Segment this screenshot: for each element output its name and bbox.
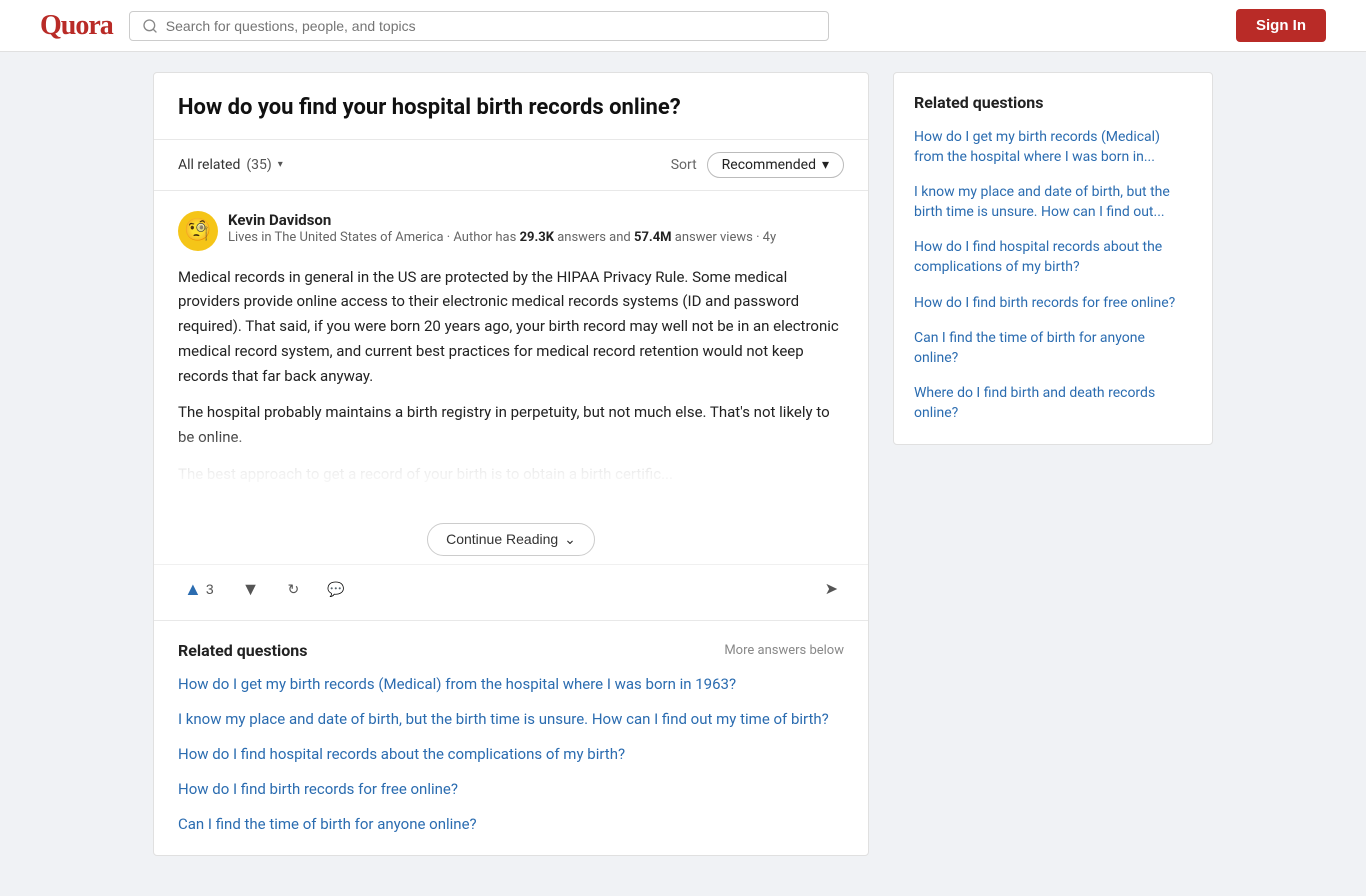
sort-value: Recommended — [722, 157, 816, 173]
related-link[interactable]: How do I find hospital records about the… — [178, 744, 844, 765]
continue-reading-label: Continue Reading — [446, 531, 558, 547]
upvote-count: 3 — [206, 581, 214, 597]
sidebar-link[interactable]: Where do I find birth and death records … — [914, 384, 1192, 423]
sidebar-card: Related questions How do I get my birth … — [893, 72, 1213, 445]
views-count: 57.4M — [634, 230, 672, 245]
main-panel: How do you find your hospital birth reco… — [153, 72, 869, 856]
signin-button[interactable]: Sign In — [1236, 9, 1326, 42]
question-title: How do you find your hospital birth reco… — [178, 93, 844, 123]
related-link[interactable]: I know my place and date of birth, but t… — [178, 709, 844, 730]
answers-label: answers and — [554, 230, 634, 245]
answer-text: Medical records in general in the US are… — [178, 265, 844, 487]
sort-label: Sort — [671, 157, 697, 173]
answer-area: 🧐 Kevin Davidson Lives in The United Sta… — [154, 191, 868, 507]
answer-paragraph-2: The hospital probably maintains a birth … — [178, 400, 844, 450]
sidebar: Related questions How do I get my birth … — [893, 72, 1213, 445]
sort-area: Sort Recommended ▾ — [671, 152, 844, 178]
downvote-icon: ▼ — [242, 579, 260, 600]
avatar-emoji: 🧐 — [184, 220, 211, 242]
quora-logo: Quora — [40, 10, 113, 42]
action-bar: ▲ 3 ▼ ↻ 💬 ➤ — [154, 564, 868, 620]
answer-paragraph-3-faded: The best approach to get a record of you… — [178, 462, 844, 487]
author-row: 🧐 Kevin Davidson Lives in The United Sta… — [178, 211, 844, 251]
share-button[interactable]: ➤ — [819, 575, 844, 603]
question-title-area: How do you find your hospital birth reco… — [154, 73, 868, 140]
sidebar-link[interactable]: How do I find hospital records about the… — [914, 238, 1192, 277]
question-card: How do you find your hospital birth reco… — [153, 72, 869, 856]
related-links-list: How do I get my birth records (Medical) … — [178, 674, 844, 835]
answer-paragraph-1: Medical records in general in the US are… — [178, 265, 844, 389]
comment-icon: 💬 — [327, 581, 344, 598]
filter-chevron-icon: ▾ — [278, 159, 283, 170]
search-icon — [142, 18, 158, 34]
upvote-button[interactable]: ▲ 3 — [178, 575, 220, 604]
continue-reading-button[interactable]: Continue Reading ⌄ — [427, 523, 595, 556]
upvote-icon: ▲ — [184, 579, 202, 600]
related-count: (35) — [246, 157, 271, 173]
author-name: Kevin Davidson — [228, 211, 844, 229]
sidebar-title: Related questions — [914, 93, 1192, 112]
related-questions-section: Related questions More answers below How… — [154, 620, 868, 855]
share-icon: ➤ — [825, 579, 838, 599]
sort-dropdown[interactable]: Recommended ▾ — [707, 152, 844, 178]
header: Quora Sign In — [0, 0, 1366, 52]
related-header-row: Related questions More answers below — [178, 641, 844, 660]
continue-reading-container: Continue Reading ⌄ — [154, 523, 868, 556]
sidebar-links-list: How do I get my birth records (Medical) … — [914, 128, 1192, 424]
related-link[interactable]: Can I find the time of birth for anyone … — [178, 814, 844, 835]
avatar: 🧐 — [178, 211, 218, 251]
author-meta-prefix: Lives in The United States of America · … — [228, 230, 520, 245]
related-link[interactable]: How do I find birth records for free onl… — [178, 779, 844, 800]
more-answers-label: More answers below — [724, 643, 844, 658]
all-related-label: All related — [178, 157, 240, 173]
all-related-filter[interactable]: All related (35) ▾ — [178, 157, 283, 173]
refresh-icon: ↻ — [287, 581, 299, 598]
sort-chevron-icon: ▾ — [822, 157, 829, 173]
answers-count: 29.3K — [520, 230, 554, 245]
related-link[interactable]: How do I get my birth records (Medical) … — [178, 674, 844, 695]
sidebar-link[interactable]: How do I find birth records for free onl… — [914, 294, 1192, 314]
author-meta: Lives in The United States of America · … — [228, 229, 844, 247]
comment-button[interactable]: 💬 — [321, 577, 350, 602]
page-content: How do you find your hospital birth reco… — [133, 0, 1233, 896]
views-label: answer views · 4y — [672, 230, 777, 245]
sidebar-link[interactable]: How do I get my birth records (Medical) … — [914, 128, 1192, 167]
refresh-button[interactable]: ↻ — [281, 577, 305, 602]
downvote-button[interactable]: ▼ — [236, 575, 266, 604]
filter-bar: All related (35) ▾ Sort Recommended ▾ — [154, 140, 868, 191]
related-questions-title: Related questions — [178, 641, 307, 660]
search-bar[interactable] — [129, 11, 829, 41]
continue-reading-chevron-icon: ⌄ — [564, 531, 576, 548]
author-info: Kevin Davidson Lives in The United State… — [228, 211, 844, 247]
sidebar-link[interactable]: I know my place and date of birth, but t… — [914, 183, 1192, 222]
search-input[interactable] — [166, 18, 816, 34]
sidebar-link[interactable]: Can I find the time of birth for anyone … — [914, 329, 1192, 368]
